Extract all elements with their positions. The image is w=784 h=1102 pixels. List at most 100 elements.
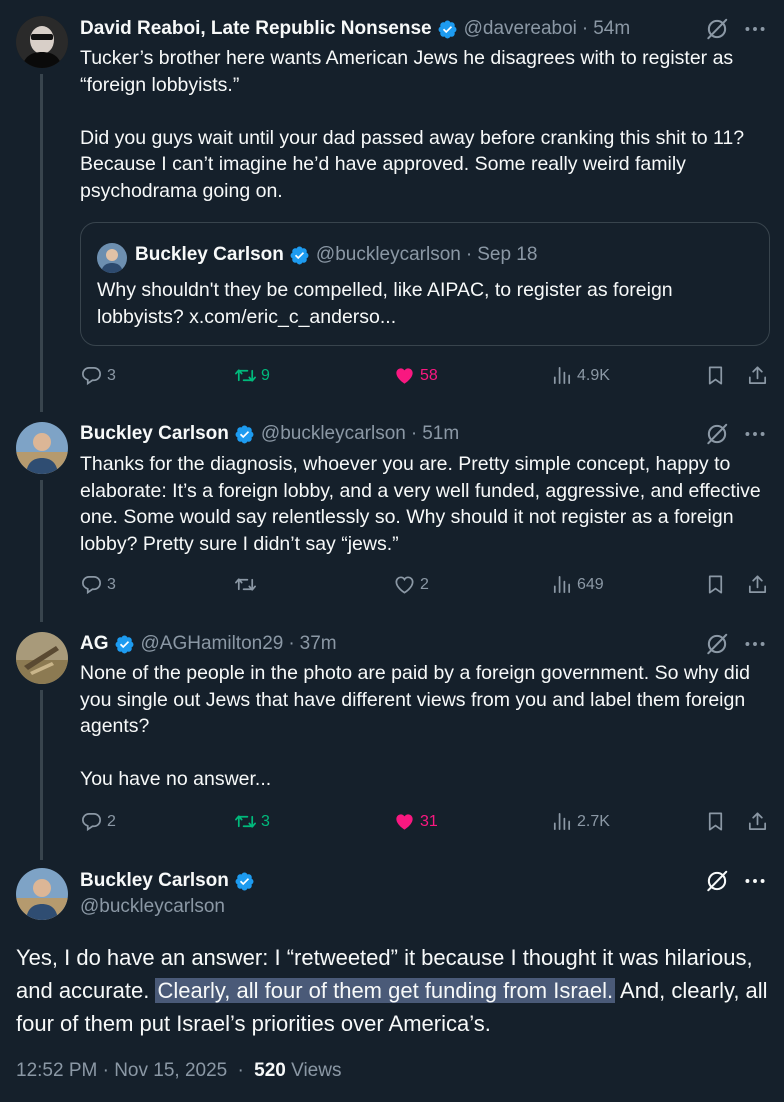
tweet-meta: 12:52 PM · Nov 15, 2025 · 520 Views xyxy=(16,1060,341,1082)
reply-button[interactable]: 3 xyxy=(80,364,116,387)
share-button[interactable] xyxy=(746,810,773,833)
reply-icon xyxy=(80,364,103,387)
avatar[interactable] xyxy=(16,868,68,920)
author-handle[interactable]: @buckleycarlson xyxy=(80,896,225,918)
share-button[interactable] xyxy=(746,573,773,596)
share-icon xyxy=(746,364,769,387)
avatar[interactable] xyxy=(16,16,68,68)
separator: · xyxy=(465,244,473,265)
repost-count: 3 xyxy=(261,812,270,830)
avatar xyxy=(97,243,127,273)
tweet-paragraph: None of the people in the photo are paid… xyxy=(80,662,750,737)
more-icon[interactable] xyxy=(742,868,768,894)
grok-icon[interactable] xyxy=(704,421,730,447)
bookmark-button[interactable] xyxy=(704,364,731,387)
views-count: 4.9K xyxy=(577,366,610,384)
author-handle[interactable]: @AGHamilton29 xyxy=(141,633,284,655)
timestamp[interactable]: 51m xyxy=(422,423,459,445)
views-icon xyxy=(550,364,573,387)
like-button[interactable]: 2 xyxy=(393,573,429,596)
quoted-tweet[interactable]: Buckley Carlson @buckleycarlson · Sep 18… xyxy=(80,222,770,346)
views-button[interactable]: 4.9K xyxy=(550,364,610,387)
share-icon xyxy=(746,573,769,596)
grok-icon[interactable] xyxy=(704,868,730,894)
main-tweet-text: Yes, I do have an answer: I “retweeted” … xyxy=(16,941,776,1040)
repost-icon xyxy=(234,810,257,833)
tweet-text: Tucker’s brother here wants American Jew… xyxy=(80,45,770,204)
tweet-text: Thanks for the diagnosis, whoever you ar… xyxy=(80,453,761,555)
heart-icon xyxy=(393,364,416,387)
highlighted-text: Clearly, all four of them get funding fr… xyxy=(155,978,616,1003)
action-bar: 2 3 31 2.7K xyxy=(80,810,770,836)
author-name[interactable]: AG xyxy=(80,633,109,655)
repost-button[interactable]: 9 xyxy=(234,364,270,387)
more-icon[interactable] xyxy=(742,631,768,657)
author-name: Buckley Carlson xyxy=(135,244,284,265)
separator: · xyxy=(237,1060,244,1081)
timestamp: Sep 18 xyxy=(477,244,538,265)
views-icon xyxy=(550,810,573,833)
repost-icon xyxy=(234,573,257,596)
avatar[interactable] xyxy=(16,422,68,474)
author-name[interactable]: Buckley Carlson xyxy=(80,870,229,892)
bookmark-icon xyxy=(704,810,727,833)
views-count: 520 xyxy=(254,1060,286,1081)
separator: · xyxy=(581,18,589,39)
author-name[interactable]: Buckley Carlson xyxy=(80,423,229,445)
action-bar: 3 2 649 xyxy=(80,573,770,599)
reply-count: 3 xyxy=(107,366,116,384)
verified-badge-icon xyxy=(289,245,310,266)
verified-badge-icon xyxy=(437,19,458,40)
views-icon xyxy=(550,573,573,596)
views-count: 649 xyxy=(577,575,604,593)
grok-icon[interactable] xyxy=(704,16,730,42)
thread-line xyxy=(40,690,43,860)
views-count: 2.7K xyxy=(577,812,610,830)
repost-count: 9 xyxy=(261,366,270,384)
reply-button[interactable]: 3 xyxy=(80,573,116,596)
separator: · xyxy=(288,633,295,654)
repost-button[interactable]: 3 xyxy=(234,810,270,833)
views-button[interactable]: 2.7K xyxy=(550,810,610,833)
reply-count: 2 xyxy=(107,812,116,830)
tweet-paragraph: Tucker’s brother here wants American Jew… xyxy=(80,47,734,96)
share-icon xyxy=(746,810,769,833)
repost-button[interactable] xyxy=(234,573,261,596)
separator: · xyxy=(410,423,418,444)
share-button[interactable] xyxy=(746,364,773,387)
reply-button[interactable]: 2 xyxy=(80,810,116,833)
post-timestamp[interactable]: 12:52 PM · Nov 15, 2025 xyxy=(16,1060,227,1081)
verified-badge-icon xyxy=(114,634,135,655)
tweet-text: None of the people in the photo are paid… xyxy=(80,660,770,793)
tweet-paragraph: Did you guys wait until your dad passed … xyxy=(80,126,745,202)
action-bar: 3 9 58 4.9K xyxy=(80,364,770,390)
timestamp[interactable]: 54m xyxy=(593,18,630,40)
bookmark-button[interactable] xyxy=(704,573,731,596)
verified-badge-icon xyxy=(234,424,255,445)
repost-icon xyxy=(234,364,257,387)
reply-icon xyxy=(80,810,103,833)
avatar[interactable] xyxy=(16,632,68,684)
heart-icon xyxy=(393,810,416,833)
author-handle[interactable]: @buckleycarlson xyxy=(261,423,406,445)
timestamp[interactable]: 37m xyxy=(300,633,337,655)
more-icon[interactable] xyxy=(742,16,768,42)
bookmark-icon xyxy=(704,364,727,387)
grok-icon[interactable] xyxy=(704,631,730,657)
more-icon[interactable] xyxy=(742,421,768,447)
views-button[interactable]: 649 xyxy=(550,573,604,596)
like-count: 2 xyxy=(420,575,429,593)
tweet-paragraph: You have no answer... xyxy=(80,768,272,790)
like-button[interactable]: 58 xyxy=(393,364,438,387)
thread-line xyxy=(40,74,43,412)
reply-count: 3 xyxy=(107,575,116,593)
quoted-tweet-text: Why shouldn't they be compelled, like AI… xyxy=(97,279,673,328)
verified-badge-icon xyxy=(234,871,255,892)
bookmark-button[interactable] xyxy=(704,810,731,833)
like-count: 58 xyxy=(420,366,438,384)
author-handle[interactable]: @davereaboi xyxy=(464,18,577,40)
author-name[interactable]: David Reaboi, Late Republic Nonsense xyxy=(80,18,432,40)
views-label: Views xyxy=(291,1060,342,1081)
like-button[interactable]: 31 xyxy=(393,810,438,833)
heart-icon xyxy=(393,573,416,596)
